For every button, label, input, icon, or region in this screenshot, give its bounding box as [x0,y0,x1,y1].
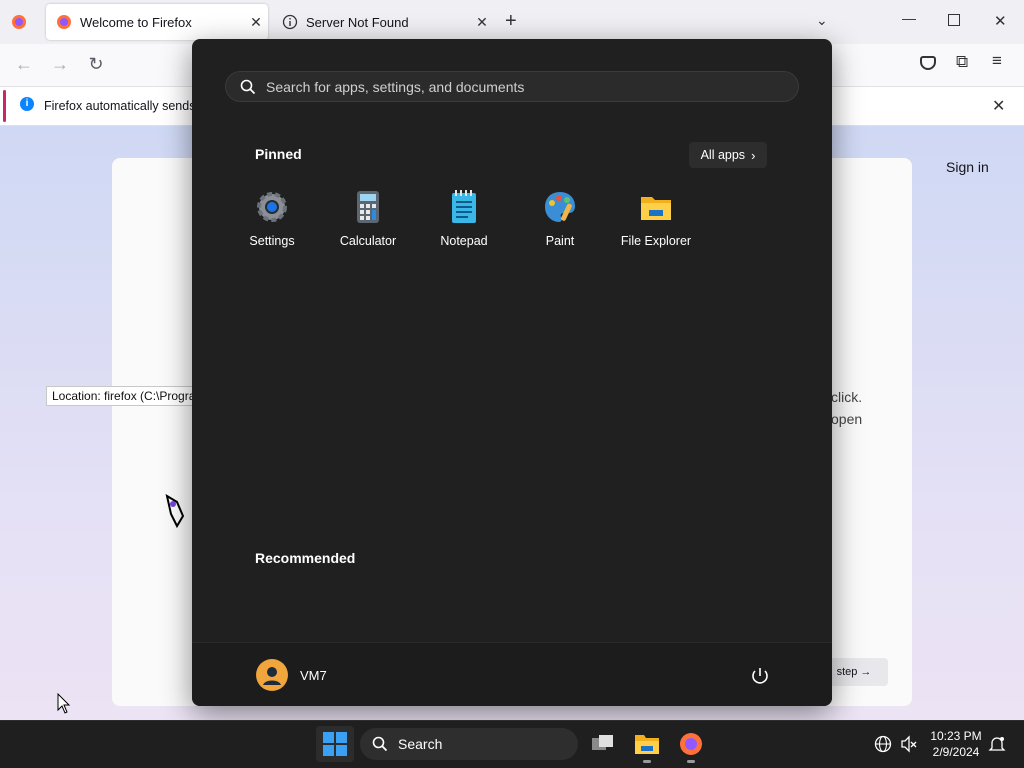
notepad-icon [452,190,476,223]
info-icon: i [20,97,34,111]
paint-palette-icon [545,192,575,222]
task-view-icon[interactable] [591,733,615,753]
clock-time: 10:23 PM [930,729,982,743]
system-clock[interactable]: 10:23 PM 2/9/2024 [920,728,992,760]
user-avatar-icon[interactable] [256,659,288,691]
folder-icon [641,197,671,220]
pinned-app-calculator[interactable]: Calculator [320,189,416,248]
file-explorer-taskbar-icon[interactable] [634,732,660,756]
close-tab-icon[interactable]: ✕ [470,14,494,31]
app-label: Calculator [339,234,397,248]
pinned-heading: Pinned [255,146,302,162]
tab-welcome[interactable]: Welcome to Firefox ✕ [46,4,268,40]
chevron-right-icon: › [751,147,756,163]
next-step-label: step → [836,666,872,678]
start-search-input[interactable]: Search for apps, settings, and documents [225,71,799,102]
search-placeholder: Search for apps, settings, and documents [266,78,525,95]
close-tab-icon[interactable]: ✕ [244,14,268,31]
restore-icon[interactable] [948,14,960,26]
volume-muted-icon[interactable] [900,735,918,753]
new-tab-icon[interactable]: + [505,10,517,33]
network-globe-icon[interactable] [874,735,892,753]
close-window-icon[interactable]: ✕ [994,12,1007,30]
pinned-app-notepad[interactable]: Notepad [416,189,512,248]
firefox-icon [57,15,71,29]
user-name[interactable]: VM7 [300,668,327,683]
tab-label: Welcome to Firefox [80,14,192,30]
running-indicator [643,760,651,763]
app-menu-icon[interactable]: ≡ [992,51,1002,71]
notification-bell-icon[interactable] [988,735,1006,753]
tab-server-not-found[interactable]: Server Not Found ✕ [272,4,494,40]
app-label: Paint [545,234,575,248]
windows-logo-icon [323,732,347,756]
close-notification-icon[interactable]: ✕ [992,96,1005,116]
notice-accent [3,90,6,122]
taskbar-search[interactable]: Search [360,728,578,760]
location-tooltip: Location: firefox (C:\Progra [46,386,202,406]
all-apps-button[interactable]: All apps › [689,142,767,168]
forward-icon[interactable]: → [46,50,74,78]
search-icon [240,79,256,94]
pinned-app-settings[interactable]: Settings [224,189,320,248]
extensions-icon[interactable]: ⧉ [956,52,968,72]
recommended-heading: Recommended [255,550,356,566]
app-label: File Explorer [620,234,692,248]
app-label: Settings [249,234,295,248]
app-label: Notepad [440,234,488,248]
info-icon [282,14,298,30]
pinned-app-paint[interactable]: Paint [512,189,608,248]
start-button[interactable] [316,726,354,762]
reload-icon[interactable]: ↻ [82,50,110,78]
back-icon[interactable]: ← [10,50,38,78]
running-indicator [687,760,695,763]
list-all-tabs-icon[interactable]: ⌄ [816,12,828,29]
settings-gear-icon [257,192,287,222]
calculator-icon [357,191,379,223]
mouse-cursor-icon [57,692,71,720]
page-text-fragment: click. [831,389,863,405]
taskbar-search-label: Search [398,736,443,752]
notification-text: Firefox automatically sends [44,99,196,113]
user-bar [192,642,832,706]
start-menu: Search for apps, settings, and documents… [192,39,832,706]
pinned-app-file-explorer[interactable]: File Explorer [608,189,704,248]
search-icon [372,736,388,752]
tab-label: Server Not Found [306,14,409,30]
firefox-taskbar-icon[interactable] [679,732,703,756]
firefox-menu-icon[interactable] [11,14,27,30]
all-apps-label: All apps [700,148,746,162]
page-text-fragment: open [831,411,863,427]
power-icon[interactable] [748,664,772,688]
rocket-illustration [163,492,189,532]
clock-date: 2/9/2024 [932,745,980,759]
minimize-icon[interactable]: — [902,10,916,26]
sign-in-link[interactable]: Sign in [946,159,989,175]
